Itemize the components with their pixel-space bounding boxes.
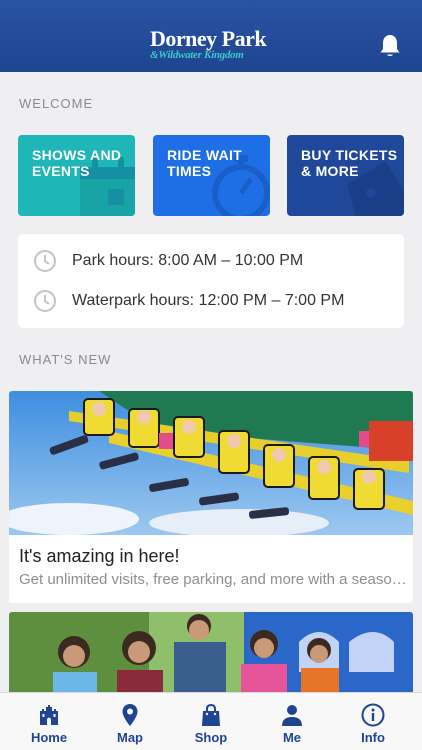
ride-wait-times-tile[interactable]: RIDE WAIT TIMES <box>153 135 270 216</box>
info-icon <box>361 703 385 727</box>
person-icon <box>282 705 302 726</box>
map-pin-icon <box>122 704 138 726</box>
ride-wait-times-label: RIDE WAIT TIMES <box>167 147 243 179</box>
waterpark-hours-text: Waterpark hours: 12:00 PM – 7:00 PM <box>72 292 345 309</box>
whats-new-section-label: WHAT'S NEW <box>19 352 112 367</box>
tab-me-label: Me <box>282 730 302 745</box>
bell-icon[interactable] <box>378 33 402 59</box>
news-card-title: It's amazing in here! <box>19 546 180 566</box>
family-photo <box>9 612 413 702</box>
clock-icon <box>34 250 56 272</box>
bottom-tab-bar: Home Map Shop Me Info <box>0 692 422 750</box>
tab-shop[interactable]: Shop <box>169 693 253 750</box>
buy-tickets-label: BUY TICKETS & MORE <box>301 147 398 179</box>
tab-shop-label: Shop <box>194 730 228 745</box>
tab-home[interactable]: Home <box>7 693 91 750</box>
welcome-section-label: WELCOME <box>19 96 94 111</box>
tab-info-label: Info <box>361 730 385 745</box>
news-card[interactable]: It's amazing in here! Get unlimited visi… <box>9 391 413 603</box>
shows-and-events-tile[interactable]: SHOWS AND EVENTS <box>18 135 135 216</box>
park-hours-card: Park hours: 8:00 AM – 10:00 PM Waterpark… <box>18 234 404 328</box>
shows-and-events-label: SHOWS AND EVENTS <box>32 147 122 179</box>
clock-icon <box>34 290 56 312</box>
tab-info[interactable]: Info <box>331 693 415 750</box>
waterpark-hours-row: Waterpark hours: 12:00 PM – 7:00 PM <box>18 281 404 321</box>
tab-me[interactable]: Me <box>250 693 334 750</box>
tab-map-label: Map <box>117 730 143 745</box>
dorney-park-logo: Dorney Park &Wildwater Kingdom <box>150 26 275 62</box>
logo-main-text: Dorney Park <box>150 26 267 51</box>
park-hours-row: Park hours: 8:00 AM – 10:00 PM <box>18 241 404 281</box>
news-card-description: Get unlimited visits, free parking, and … <box>19 571 411 588</box>
buy-tickets-tile[interactable]: BUY TICKETS & MORE <box>287 135 404 216</box>
castle-icon <box>40 705 58 725</box>
shopping-bag-icon <box>202 703 220 726</box>
roller-coaster-photo <box>9 391 413 535</box>
tab-map[interactable]: Map <box>88 693 172 750</box>
tab-home-label: Home <box>30 730 68 745</box>
park-hours-text: Park hours: 8:00 AM – 10:00 PM <box>72 252 304 269</box>
news-card[interactable] <box>9 612 413 702</box>
app-header: Dorney Park &Wildwater Kingdom <box>0 0 422 72</box>
